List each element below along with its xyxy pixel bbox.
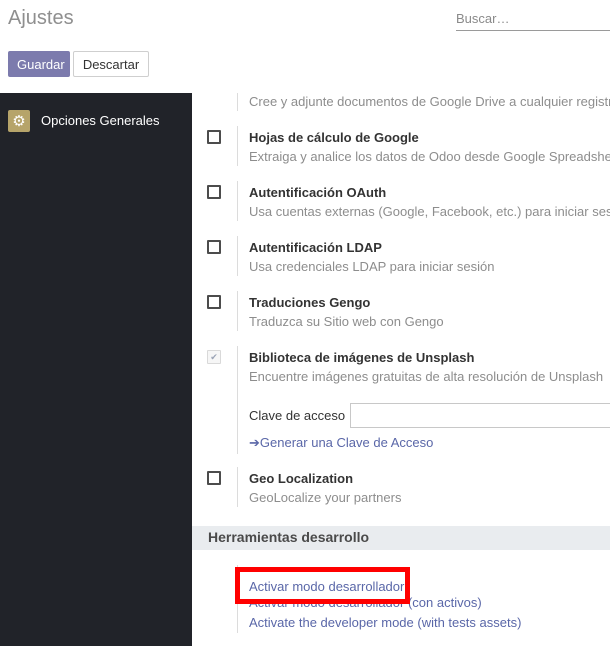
divider [237, 126, 238, 166]
sidebar-item-general-settings[interactable]: ⚙ Opciones Generales [0, 107, 192, 135]
setting-description: Cree y adjunte documentos de Google Driv… [249, 94, 610, 109]
setting-description: Traduzca su Sitio web con Gengo [249, 314, 444, 329]
setting-description: Usa credenciales LDAP para iniciar sesió… [249, 259, 495, 274]
setting-title: Biblioteca de imágenes de Unsplash [249, 350, 475, 365]
divider [237, 291, 238, 331]
divider [237, 346, 238, 454]
section-title: Herramientas desarrollo [208, 529, 370, 545]
google-spreadsheet-checkbox[interactable] [207, 130, 221, 144]
activate-dev-mode-tests-link[interactable]: Activate the developer mode (with tests … [249, 615, 521, 630]
arrow-right-icon: ➔ [249, 435, 260, 450]
divider [237, 467, 238, 507]
divider [237, 93, 238, 111]
sidebar: ⚙ Opciones Generales [0, 93, 192, 646]
access-key-label: Clave de acceso [249, 408, 346, 423]
generate-access-key-link[interactable]: ➔Generar una Clave de Acceso [249, 435, 433, 451]
settings-content: Cree y adjunte documentos de Google Driv… [192, 93, 610, 646]
page-title: Ajustes [8, 7, 74, 29]
setting-description: Extraiga y analice los datos de Odoo des… [249, 149, 610, 164]
oauth-checkbox[interactable] [207, 185, 221, 199]
discard-button[interactable]: Descartar [73, 51, 149, 77]
setting-title: Hojas de cálculo de Google [249, 130, 419, 145]
settings-page: Ajustes Guardar Descartar ⚙ Opciones Gen… [0, 0, 610, 646]
setting-title: Autentificación LDAP [249, 240, 382, 255]
setting-description: Encuentre imágenes gratuitas de alta res… [249, 369, 604, 384]
gear-icon: ⚙ [8, 110, 30, 132]
generate-access-key-label: Generar una Clave de Acceso [259, 435, 434, 450]
save-button[interactable]: Guardar [8, 51, 70, 77]
checkmark-icon: ✔ [210, 352, 218, 362]
search-input[interactable] [456, 7, 610, 31]
setting-title: Traduciones Gengo [249, 295, 371, 310]
highlight-box: Activar modo desarrollador [235, 567, 410, 604]
ldap-checkbox[interactable] [207, 240, 221, 254]
gengo-checkbox[interactable] [207, 295, 221, 309]
setting-title: Autentificación OAuth [249, 185, 387, 200]
setting-description: GeoLocalize your partners [249, 490, 402, 505]
geo-localization-checkbox[interactable] [207, 471, 221, 485]
access-key-input[interactable] [350, 403, 610, 428]
setting-description: Usa cuentas externas (Google, Facebook, … [249, 204, 610, 219]
activate-dev-mode-link[interactable]: Activar modo desarrollador [249, 579, 404, 594]
setting-title: Geo Localization [249, 471, 354, 486]
unsplash-checkbox[interactable]: ✔ [207, 350, 221, 364]
divider [237, 181, 238, 221]
section-header: Herramientas desarrollo [192, 526, 610, 550]
sidebar-item-label: Opciones Generales [41, 113, 160, 128]
divider [237, 236, 238, 276]
